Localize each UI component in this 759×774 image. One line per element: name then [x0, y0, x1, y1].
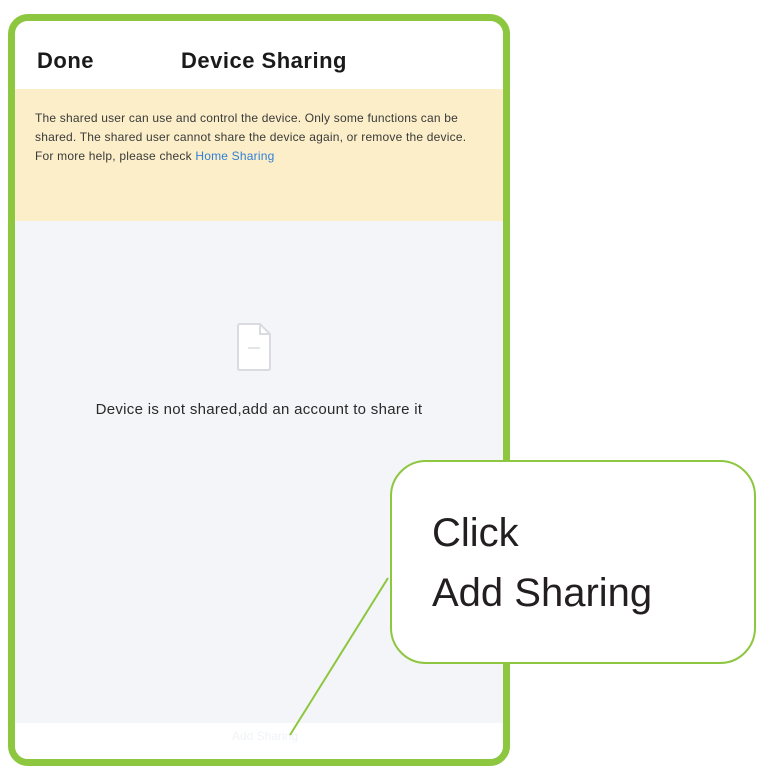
instruction-callout: Click Add Sharing [390, 460, 756, 664]
home-sharing-link[interactable]: Home Sharing [195, 149, 274, 163]
empty-state-message: Device is not shared,add an account to s… [95, 401, 423, 418]
bottom-action-bar: Add Sharing [15, 723, 503, 759]
navigation-bar: Done Device Sharing [15, 21, 503, 89]
sharing-notice-banner: The shared user can use and control the … [15, 89, 503, 221]
instruction-figure: Done Device Sharing The shared user can … [0, 0, 759, 774]
notice-text-block: The shared user can use and control the … [35, 109, 475, 166]
document-icon [237, 323, 271, 371]
page-title: Device Sharing [181, 48, 347, 73]
callout-click-text: Click [432, 511, 519, 555]
done-button[interactable]: Done [37, 48, 94, 74]
callout-target-text: Add Sharing [432, 571, 653, 615]
add-sharing-button[interactable]: Add Sharing [185, 729, 345, 747]
